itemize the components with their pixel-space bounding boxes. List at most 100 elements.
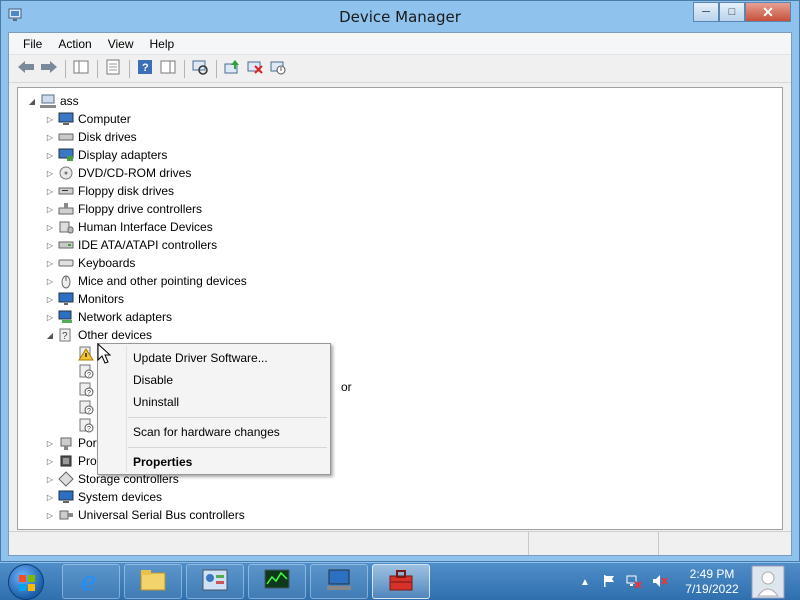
- minimize-button[interactable]: ─: [693, 2, 719, 22]
- taskbar-clock[interactable]: 2:49 PM 7/19/2022: [680, 567, 744, 597]
- toolbox-icon: [387, 568, 415, 595]
- maximize-button[interactable]: □: [719, 2, 745, 22]
- update-driver-button[interactable]: [221, 58, 243, 80]
- menu-properties[interactable]: Properties: [133, 453, 192, 471]
- properties-button[interactable]: [102, 58, 124, 80]
- mouse-icon: [58, 273, 74, 289]
- tree-node-label: Network adapters: [78, 310, 173, 324]
- expand-arrow-icon[interactable]: ▷: [44, 439, 56, 448]
- title-bar[interactable]: Device Manager ─ □ ✕: [1, 1, 799, 32]
- client-area: File Action View Help ? ◢ ass ▷ Computer…: [8, 32, 792, 556]
- taskbar-performance-monitor[interactable]: [248, 564, 306, 599]
- tree-node-processors[interactable]: ▷ Proc: [44, 452, 103, 470]
- menu-disable[interactable]: Disable: [133, 371, 173, 389]
- expand-arrow-icon[interactable]: ▷: [44, 205, 56, 214]
- user-avatar-icon: [750, 565, 786, 600]
- show-hide-console-tree-button[interactable]: [70, 58, 92, 80]
- start-button[interactable]: [8, 564, 44, 600]
- tree-node-floppy-disk-drives[interactable]: ▷ Floppy disk drives: [44, 182, 174, 200]
- tree-node-ide-ata-atapi-controllers[interactable]: ▷ IDE ATA/ATAPI controllers: [44, 236, 217, 254]
- tree-node-other-devices[interactable]: ◢ ? Other devices: [44, 326, 152, 344]
- disable-button[interactable]: [267, 58, 289, 80]
- action-center-flag-icon[interactable]: [602, 574, 616, 591]
- tree-node-computer[interactable]: ▷ Computer: [44, 110, 131, 128]
- tree-node-keyboards[interactable]: ▷ Keyboards: [44, 254, 135, 272]
- svg-text:e: e: [81, 567, 96, 594]
- floppy-drive-icon: [58, 183, 74, 199]
- tree-node-usb-controllers[interactable]: ▷ Universal Serial Bus controllers: [44, 506, 245, 524]
- other-device-child-5[interactable]: ?: [78, 416, 98, 434]
- expand-arrow-icon[interactable]: ▷: [44, 169, 56, 178]
- menu-scan-hardware-changes[interactable]: Scan for hardware changes: [133, 423, 280, 441]
- warning-device-icon: [78, 345, 94, 361]
- expand-arrow-icon[interactable]: ▷: [44, 457, 56, 466]
- computer-network-icon: [40, 93, 56, 109]
- scan-hardware-icon: [191, 59, 209, 78]
- other-device-child-1[interactable]: [78, 344, 98, 362]
- collapse-arrow-icon[interactable]: ◢: [26, 97, 38, 106]
- tree-node-label: DVD/CD-ROM drives: [78, 166, 192, 180]
- tree-node-system-devices[interactable]: ▷ System devices: [44, 488, 162, 506]
- tree-node-mice[interactable]: ▷ Mice and other pointing devices: [44, 272, 247, 290]
- tree-node-dvd-cd-rom-drives[interactable]: ▷ DVD/CD-ROM drives: [44, 164, 191, 182]
- user-account-button[interactable]: [750, 564, 786, 600]
- tree-node-ports[interactable]: ▷ Port: [44, 434, 100, 452]
- unknown-device-icon: ?: [58, 327, 74, 343]
- menu-help[interactable]: Help: [142, 34, 183, 54]
- expand-arrow-icon[interactable]: ▷: [44, 151, 56, 160]
- show-hide-action-pane-button[interactable]: [157, 58, 179, 80]
- window-title: Device Manager: [339, 8, 461, 26]
- expand-arrow-icon[interactable]: ▷: [44, 511, 56, 520]
- close-button[interactable]: ✕: [745, 2, 791, 22]
- collapse-arrow-icon[interactable]: ◢: [44, 331, 56, 340]
- other-device-child-3[interactable]: ?: [78, 380, 98, 398]
- menu-view[interactable]: View: [100, 34, 142, 54]
- status-pane-2: [529, 532, 659, 555]
- menu-file[interactable]: File: [15, 34, 50, 54]
- expand-arrow-icon[interactable]: ▷: [44, 493, 56, 502]
- expand-arrow-icon[interactable]: ▷: [44, 187, 56, 196]
- maximize-icon: □: [728, 6, 736, 18]
- usb-controller-icon: [58, 507, 74, 523]
- menu-uninstall[interactable]: Uninstall: [133, 393, 179, 411]
- tree-root[interactable]: ◢ ass: [26, 92, 79, 110]
- svg-text:?: ?: [87, 390, 91, 397]
- tree-node-label: Mice and other pointing devices: [78, 274, 247, 288]
- expand-arrow-icon[interactable]: ▷: [44, 277, 56, 286]
- uninstall-button[interactable]: [244, 58, 266, 80]
- folder-icon: [139, 568, 167, 595]
- scan-hardware-button[interactable]: [189, 58, 211, 80]
- expand-arrow-icon[interactable]: ▷: [44, 475, 56, 484]
- expand-arrow-icon[interactable]: ▷: [44, 223, 56, 232]
- back-button[interactable]: [15, 58, 37, 80]
- tree-node-human-interface-devices[interactable]: ▷ Human Interface Devices: [44, 218, 213, 236]
- network-status-icon[interactable]: [626, 574, 642, 591]
- help-button[interactable]: ?: [134, 58, 156, 80]
- taskbar-control-panel[interactable]: [186, 564, 244, 599]
- tree-node-display-adapters[interactable]: ▷ Display adapters: [44, 146, 167, 164]
- toolbar-separator: [65, 59, 66, 78]
- menu-action[interactable]: Action: [50, 34, 99, 54]
- expand-arrow-icon[interactable]: ▷: [44, 259, 56, 268]
- volume-muted-icon[interactable]: [652, 574, 668, 591]
- taskbar: e ▲ 2:49 PM 7/19/2022: [0, 562, 800, 600]
- expand-arrow-icon[interactable]: ▷: [44, 133, 56, 142]
- menu-update-driver-software[interactable]: Update Driver Software...: [133, 349, 268, 367]
- taskbar-internet-explorer[interactable]: e: [62, 564, 120, 599]
- other-device-child-2[interactable]: ?: [78, 362, 98, 380]
- taskbar-toolbox[interactable]: [372, 564, 430, 599]
- expand-arrow-icon[interactable]: ▷: [44, 313, 56, 322]
- show-hidden-icons-arrow-icon[interactable]: ▲: [580, 577, 590, 588]
- tree-node-monitors[interactable]: ▷ Monitors: [44, 290, 124, 308]
- expand-arrow-icon[interactable]: ▷: [44, 241, 56, 250]
- taskbar-file-explorer[interactable]: [124, 564, 182, 599]
- context-menu-separator: [128, 447, 327, 448]
- other-device-child-4[interactable]: ?: [78, 398, 98, 416]
- tree-node-floppy-drive-controllers[interactable]: ▷ Floppy drive controllers: [44, 200, 202, 218]
- tree-node-disk-drives[interactable]: ▷ Disk drives: [44, 128, 137, 146]
- expand-arrow-icon[interactable]: ▷: [44, 115, 56, 124]
- forward-button[interactable]: [38, 58, 60, 80]
- tree-node-network-adapters[interactable]: ▷ Network adapters: [44, 308, 172, 326]
- taskbar-device-manager[interactable]: [310, 564, 368, 599]
- expand-arrow-icon[interactable]: ▷: [44, 295, 56, 304]
